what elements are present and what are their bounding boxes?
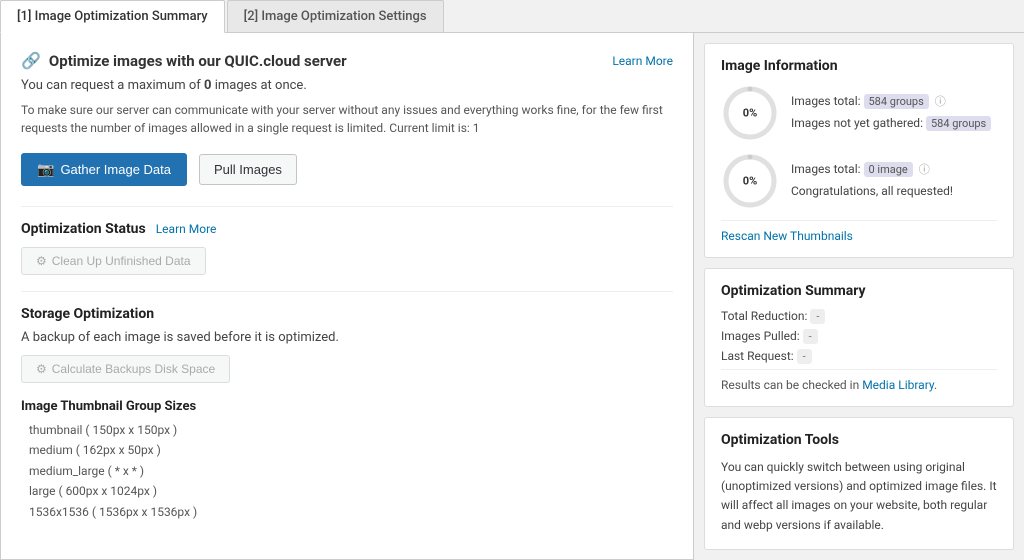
gather-btn-row: 📷 Gather Image Data Pull Images	[21, 153, 673, 186]
optimize-header: 🔗 Optimize images with our QUIC.cloud se…	[21, 51, 673, 70]
opt-tools-desc: You can quickly switch between using ori…	[721, 458, 997, 535]
divider-2	[21, 291, 673, 292]
status-title: Optimization Status	[21, 221, 146, 237]
media-library-link[interactable]: Media Library	[862, 378, 934, 392]
right-panel: Image Information 0% Images total: 584	[694, 33, 1024, 560]
calculate-button: ⚙ Calculate Backups Disk Space	[21, 355, 230, 383]
total-reduction-row: Total Reduction: -	[721, 309, 997, 323]
opt-tools-title: Optimization Tools	[721, 432, 997, 448]
optimize-desc: You can request a maximum of 0 images at…	[21, 78, 673, 93]
gather-button[interactable]: 📷 Gather Image Data	[21, 153, 187, 186]
results-note: Results can be checked in Media Library.	[721, 369, 997, 392]
gauge-2-total-row: Images total: 0 image ⓘ	[791, 159, 953, 181]
badge-0-image: 0 image	[864, 162, 913, 177]
status-learn-more[interactable]: Learn More	[156, 222, 217, 236]
gauge-1: 0%	[721, 84, 779, 142]
badge-total-groups: 584 groups	[864, 94, 929, 109]
gauge-1-info: Images total: 584 groups ⓘ Images not ye…	[791, 91, 991, 134]
gauge-row-2: 0% Images total: 0 image ⓘ Congratulatio…	[721, 152, 997, 210]
opt-summary-card: Optimization Summary Total Reduction: - …	[704, 268, 1014, 407]
images-pulled-row: Images Pulled: -	[721, 329, 997, 343]
badge-not-gathered: 584 groups	[926, 116, 991, 131]
info-icon-2: ⓘ	[919, 163, 930, 176]
cleanup-button: ⚙ Clean Up Unfinished Data	[21, 247, 206, 275]
list-item: 1536x1536 ( 1536px x 1536px )	[29, 502, 673, 522]
gauge-1-label: 0%	[743, 107, 757, 120]
pull-images-button[interactable]: Pull Images	[199, 154, 297, 185]
optimize-note: To make sure our server can communicate …	[21, 101, 673, 137]
gauge-1-total-row: Images total: 584 groups ⓘ	[791, 91, 991, 113]
optimize-learn-more[interactable]: Learn More	[612, 54, 673, 68]
optimization-status-header: Optimization Status Learn More	[21, 221, 673, 237]
gather-icon: 📷	[37, 161, 54, 178]
calculate-btn-wrap: ⚙ Calculate Backups Disk Space	[21, 355, 673, 383]
storage-desc: A backup of each image is saved before i…	[21, 330, 673, 345]
main-content: 🔗 Optimize images with our QUIC.cloud se…	[0, 33, 1024, 560]
optimize-title: 🔗 Optimize images with our QUIC.cloud se…	[21, 51, 347, 70]
tab-settings[interactable]: [2] Image Optimization Settings	[227, 0, 444, 32]
thumbnail-list: thumbnail ( 150px x 150px ) medium ( 162…	[21, 420, 673, 522]
list-item: large ( 600px x 1024px )	[29, 481, 673, 501]
gauge-1-not-gathered-row: Images not yet gathered: 584 groups	[791, 113, 991, 135]
gauge-2-label: 0%	[743, 175, 757, 188]
chain-icon: 🔗	[21, 51, 41, 70]
max-count: 0	[204, 78, 211, 93]
image-info-title: Image Information	[721, 58, 997, 74]
images-pulled-val: -	[803, 329, 818, 344]
last-request-val: -	[797, 349, 812, 364]
rescan-link[interactable]: Rescan New Thumbnails	[721, 220, 997, 243]
opt-summary-title: Optimization Summary	[721, 283, 997, 299]
list-item: thumbnail ( 150px x 150px )	[29, 420, 673, 440]
gauge-2-info: Images total: 0 image ⓘ Congratulations,…	[791, 159, 953, 202]
gauge-2: 0%	[721, 152, 779, 210]
list-item: medium_large ( * x * )	[29, 461, 673, 481]
thumbnail-title: Image Thumbnail Group Sizes	[21, 399, 673, 414]
storage-title: Storage Optimization	[21, 306, 673, 322]
spin-icon: ⚙	[36, 254, 47, 268]
list-item: medium ( 162px x 50px )	[29, 440, 673, 460]
opt-tools-card: Optimization Tools You can quickly switc…	[704, 417, 1014, 550]
image-info-card: Image Information 0% Images total: 584	[704, 43, 1014, 258]
cleanup-btn-wrap: ⚙ Clean Up Unfinished Data	[21, 247, 673, 275]
info-icon-1: ⓘ	[935, 95, 946, 108]
total-reduction-val: -	[810, 309, 825, 324]
tab-summary[interactable]: [1] Image Optimization Summary	[0, 0, 225, 33]
tab-bar: [1] Image Optimization Summary [2] Image…	[0, 0, 1024, 33]
gauge-2-congrats: Congratulations, all requested!	[791, 181, 953, 203]
divider-1	[21, 206, 673, 207]
last-request-row: Last Request: -	[721, 349, 997, 363]
gauge-row-1: 0% Images total: 584 groups ⓘ Images not…	[721, 84, 997, 142]
left-panel: 🔗 Optimize images with our QUIC.cloud se…	[0, 33, 694, 560]
calc-spin-icon: ⚙	[36, 362, 47, 376]
